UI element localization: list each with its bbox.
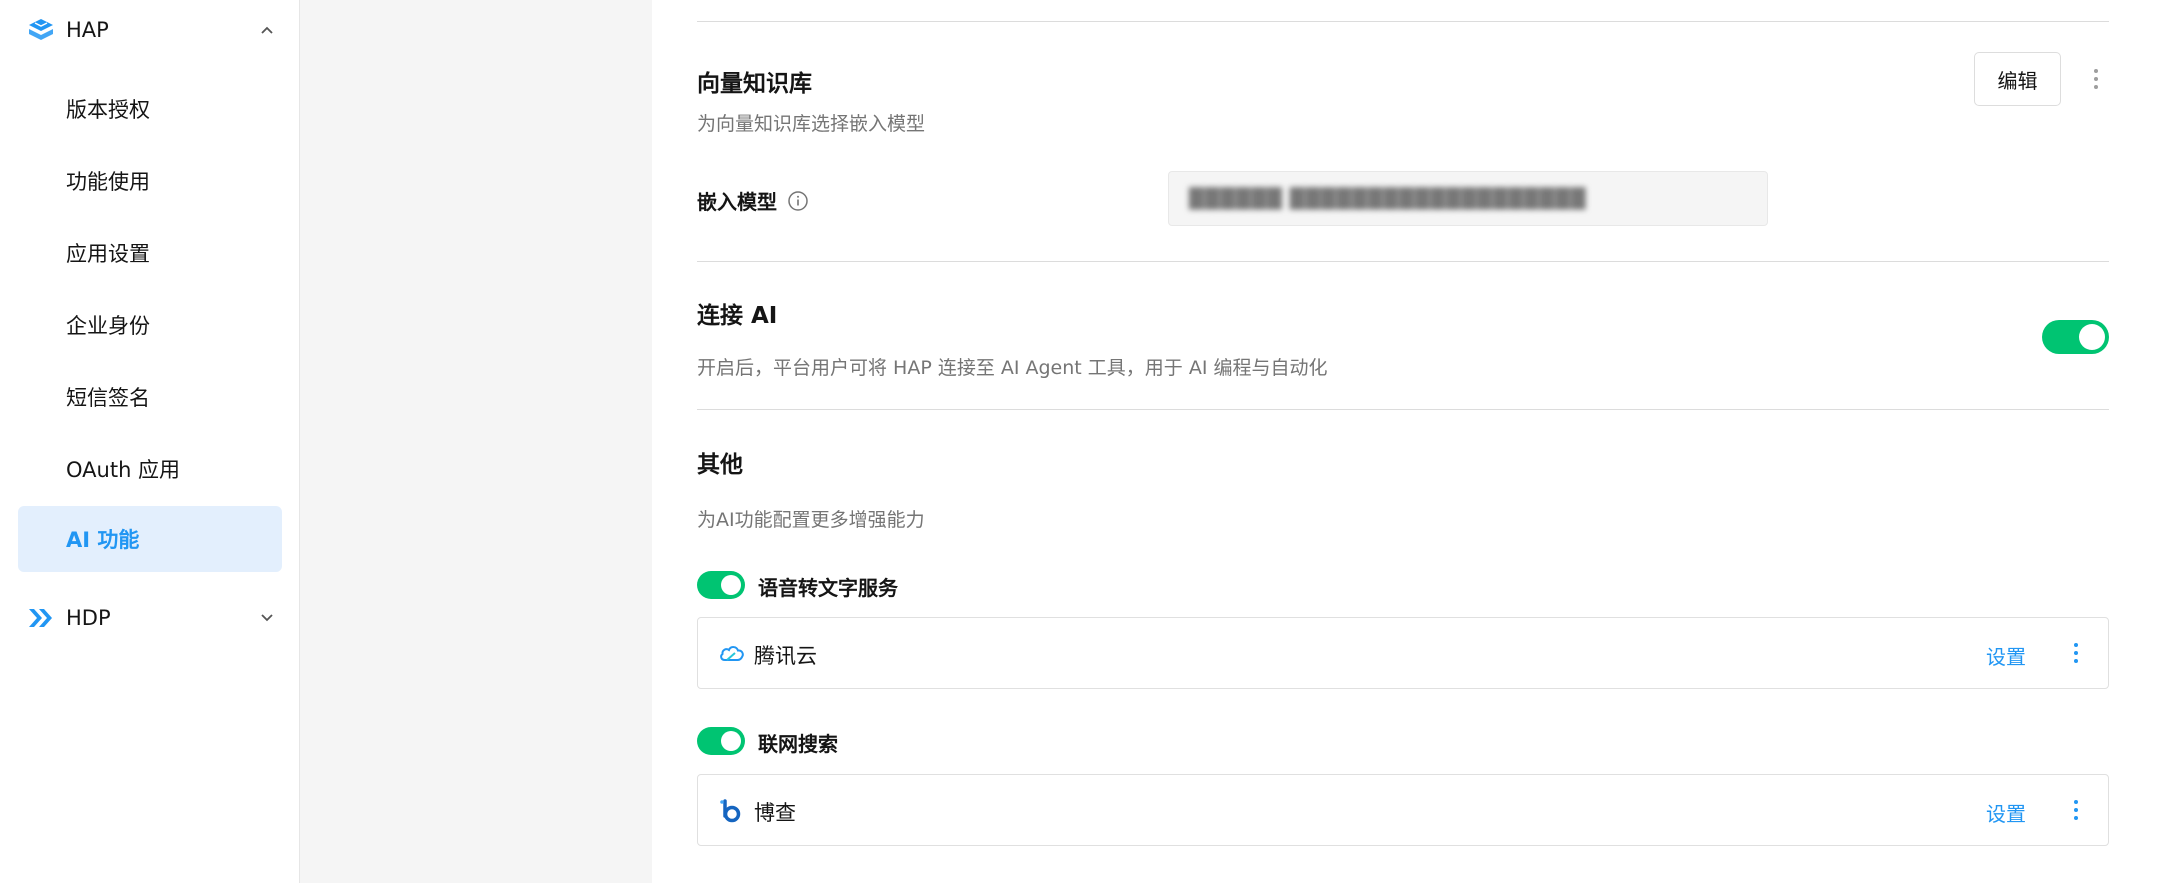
sidebar-item-sms-signature[interactable]: 短信签名 <box>18 364 282 430</box>
settings-link[interactable]: 设置 <box>1986 641 2026 670</box>
divider <box>697 409 2109 410</box>
vector-kb-description: 为向量知识库选择嵌入模型 <box>697 113 926 135</box>
connect-ai-toggle[interactable] <box>2042 320 2109 354</box>
nav-group-hdp-label: HDP <box>66 606 111 630</box>
nav-group-hap[interactable]: HAP <box>0 0 300 60</box>
toggle-knob <box>2079 324 2105 350</box>
hdp-logo-icon <box>26 603 56 633</box>
web-search-label: 联网搜索 <box>758 732 838 756</box>
speech-to-text-toggle[interactable] <box>697 571 745 599</box>
sidebar: HAP 版本授权 功能使用 应用设置 企业身份 短信签名 OAuth 应用 AI… <box>0 0 300 883</box>
sidebar-item-enterprise-identity[interactable]: 企业身份 <box>18 292 282 358</box>
toggle-knob <box>721 575 741 595</box>
sidebar-item-app-settings[interactable]: 应用设置 <box>18 220 282 286</box>
info-icon[interactable] <box>787 190 809 212</box>
sidebar-item-feature-usage[interactable]: 功能使用 <box>18 148 282 214</box>
connect-ai-title: 连接 AI <box>697 303 778 329</box>
vector-kb-title: 向量知识库 <box>697 71 812 97</box>
sidebar-item-license[interactable]: 版本授权 <box>18 76 282 142</box>
chevron-up-icon[interactable] <box>260 23 274 37</box>
provider-name: 博查 <box>754 801 796 825</box>
connect-ai-description: 开启后，平台用户可将 HAP 连接至 AI Agent 工具，用于 AI 编程与… <box>697 357 1328 379</box>
sidebar-item-label: 应用设置 <box>66 242 150 266</box>
sidebar-item-label: AI 功能 <box>66 528 140 552</box>
search-provider-card: 博查 设置 <box>697 774 2109 846</box>
web-search-toggle[interactable] <box>697 727 745 755</box>
embed-model-label: 嵌入模型 <box>697 186 809 215</box>
bocha-icon <box>718 797 746 825</box>
embed-model-select[interactable]: ██████ ███████████████████ <box>1168 171 1768 226</box>
nav-group-hap-label: HAP <box>66 18 109 42</box>
provider-name: 腾讯云 <box>754 644 817 668</box>
tencent-cloud-icon <box>718 640 746 668</box>
divider <box>697 261 2109 262</box>
hap-logo-icon <box>26 15 56 45</box>
chevron-down-icon[interactable] <box>260 611 274 625</box>
sidebar-item-ai-features[interactable]: AI 功能 <box>18 506 282 572</box>
toggle-knob <box>721 731 741 751</box>
others-description: 为AI功能配置更多增强能力 <box>697 509 925 531</box>
more-options-icon[interactable] <box>2086 64 2106 94</box>
embed-model-value: ██████ ███████████████████ <box>1189 187 1587 210</box>
sidebar-item-label: 短信签名 <box>66 386 150 410</box>
sidebar-item-oauth-apps[interactable]: OAuth 应用 <box>18 436 282 502</box>
sidebar-item-label: OAuth 应用 <box>66 458 181 482</box>
speech-to-text-label: 语音转文字服务 <box>758 576 898 600</box>
divider <box>697 21 2109 22</box>
speech-provider-card: 腾讯云 设置 <box>697 617 2109 689</box>
sidebar-item-label: 功能使用 <box>66 170 150 194</box>
sidebar-item-label: 版本授权 <box>66 98 150 122</box>
edit-button[interactable]: 编辑 <box>1974 52 2061 106</box>
more-options-icon[interactable] <box>2066 795 2086 825</box>
settings-link[interactable]: 设置 <box>1986 798 2026 827</box>
embed-model-label-text: 嵌入模型 <box>697 190 777 214</box>
sidebar-item-label: 企业身份 <box>66 314 150 338</box>
more-options-icon[interactable] <box>2066 638 2086 668</box>
nav-group-hdp[interactable]: HDP <box>0 588 300 648</box>
others-title: 其他 <box>697 452 743 478</box>
